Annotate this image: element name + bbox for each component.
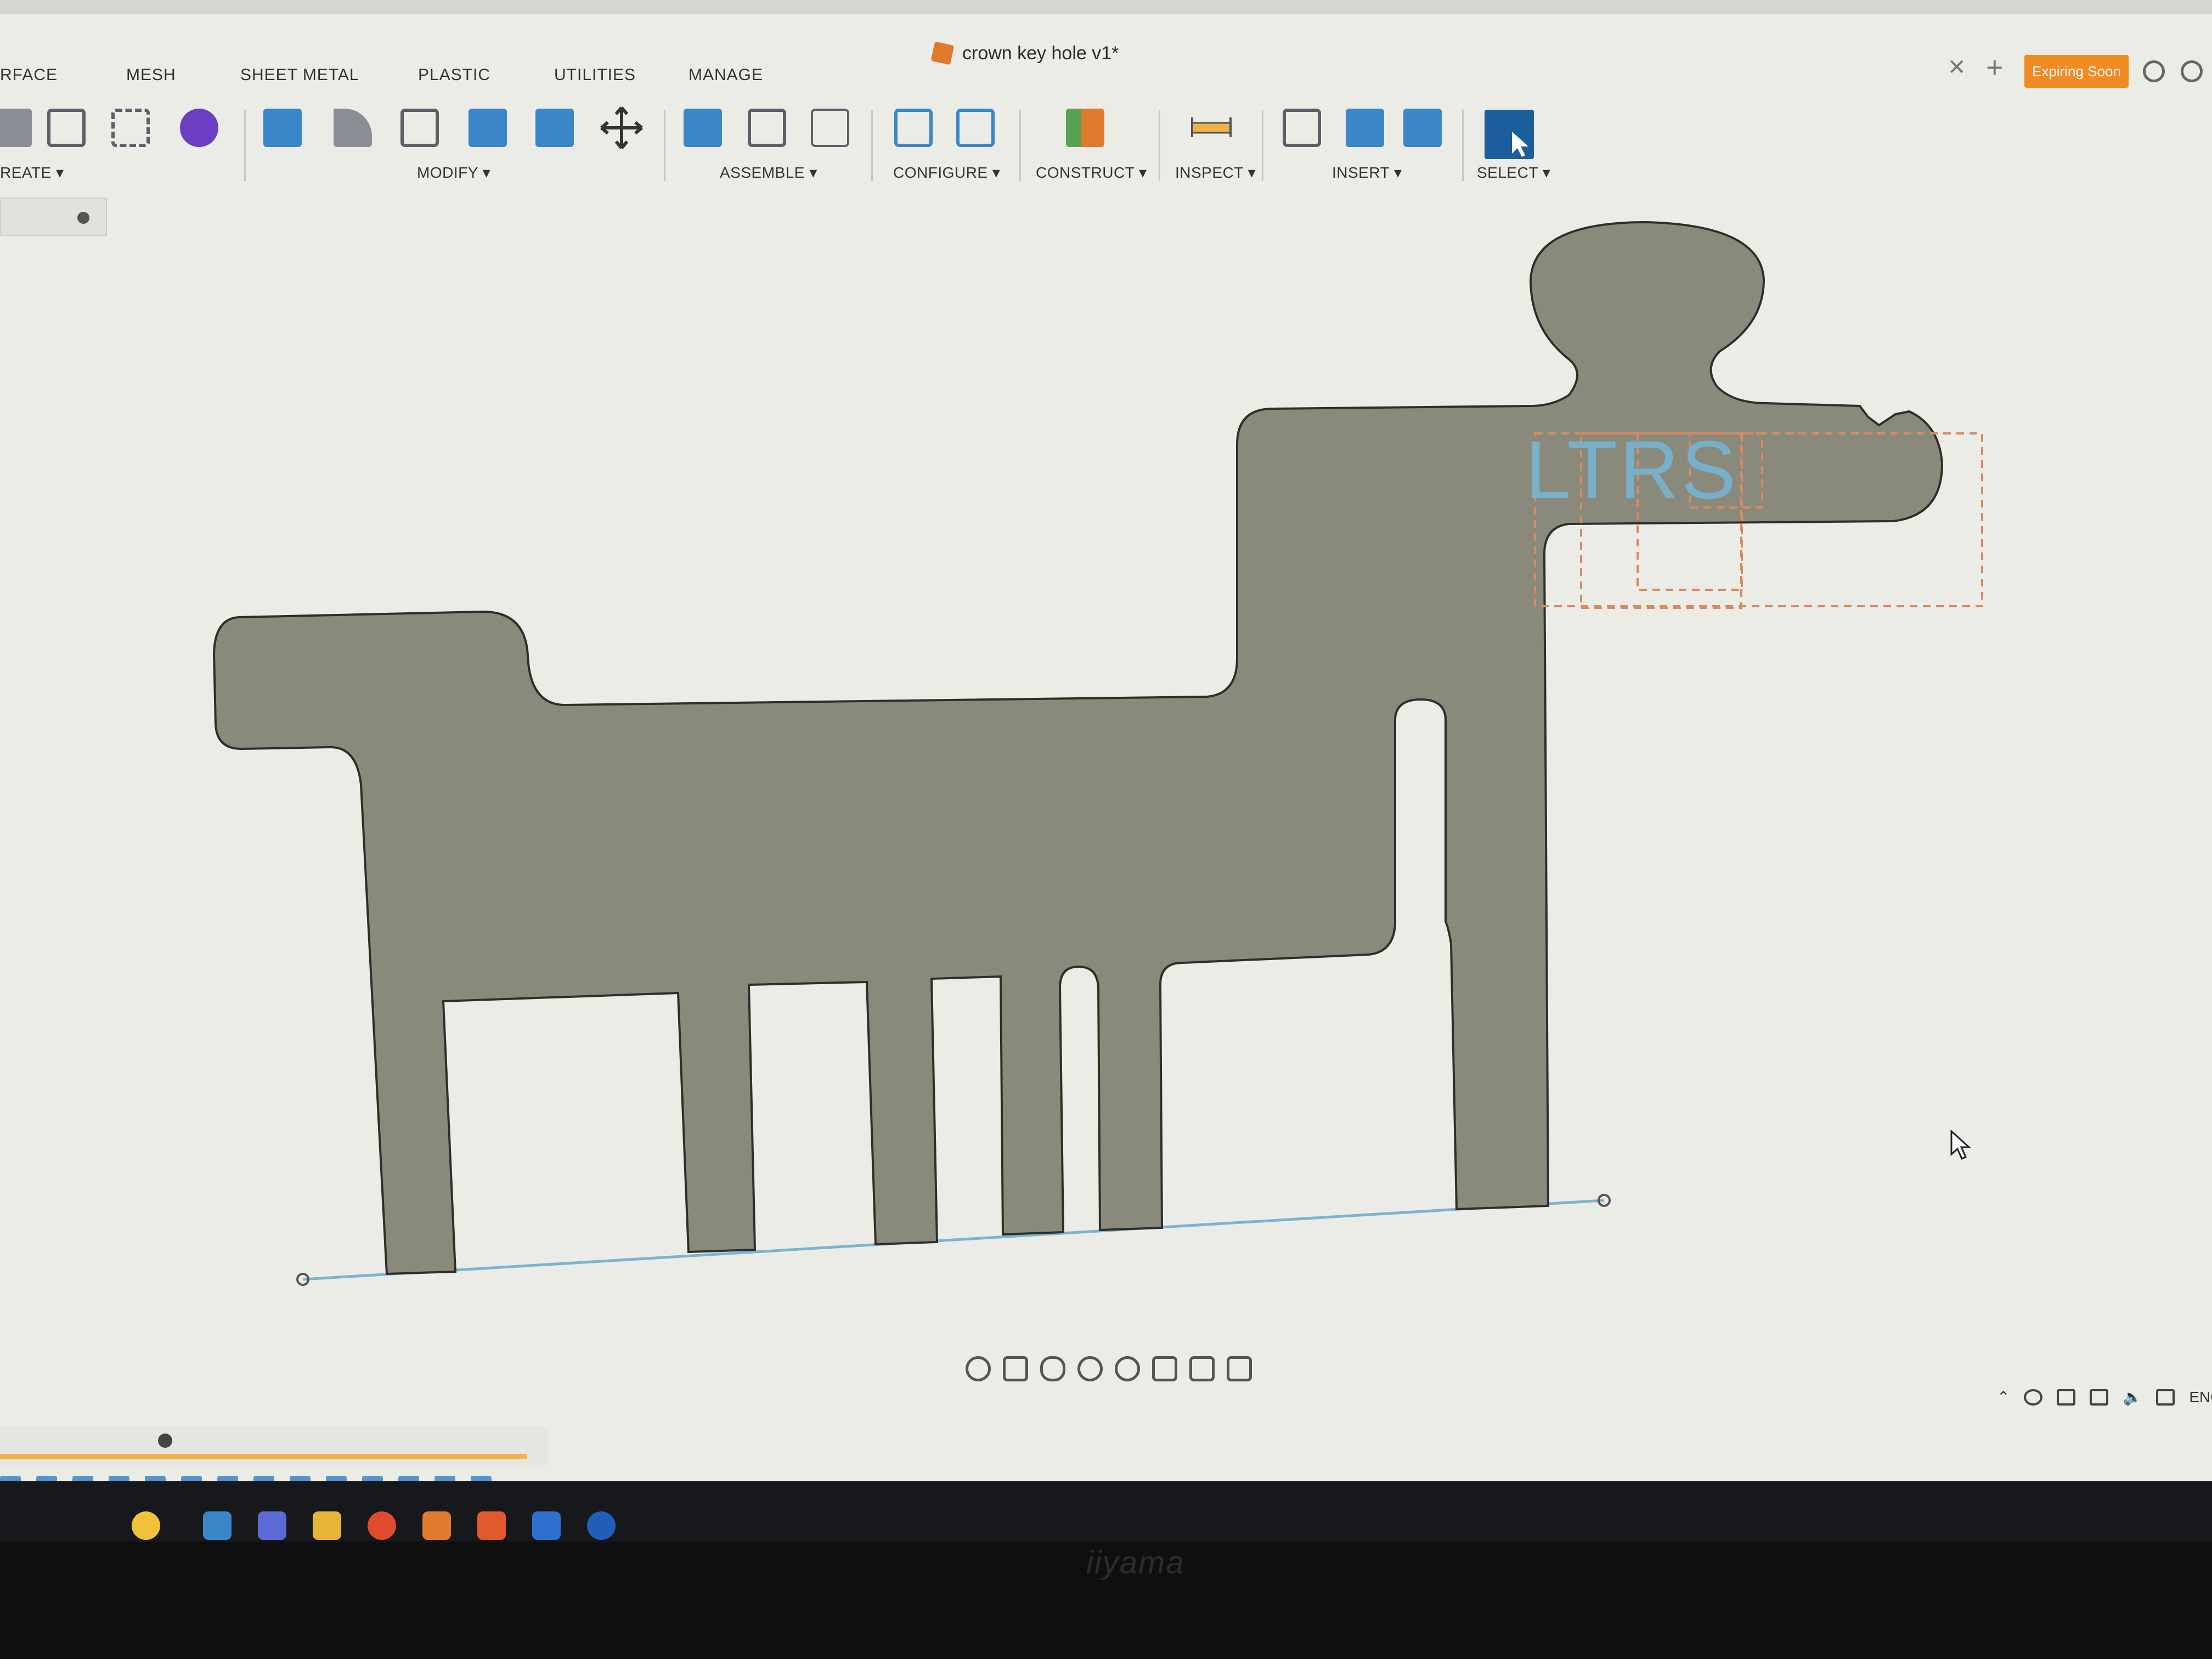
viewports-icon[interactable] bbox=[1227, 1356, 1252, 1381]
grid-icon[interactable] bbox=[1189, 1356, 1215, 1381]
pan-hand-icon[interactable] bbox=[1040, 1356, 1065, 1381]
chevron-up-icon[interactable]: ⌃ bbox=[1997, 1388, 2010, 1406]
copilot-icon[interactable] bbox=[132, 1511, 160, 1540]
navigation-bar bbox=[966, 1350, 1252, 1388]
orbit-icon[interactable] bbox=[966, 1356, 991, 1381]
design-canvas[interactable]: LTRS bbox=[0, 0, 2212, 1536]
chrome-icon[interactable] bbox=[368, 1511, 396, 1540]
fusion-window: crown key hole v1* ✕ + Expiring Soon RFA… bbox=[0, 0, 2212, 1536]
monitor-brand: iiyama bbox=[1086, 1545, 1185, 1581]
look-at-icon[interactable] bbox=[1003, 1356, 1028, 1381]
system-tray: ⌃ 🔈 ENG bbox=[1997, 1388, 2212, 1406]
outlook-icon[interactable] bbox=[587, 1511, 616, 1540]
folder-icon[interactable] bbox=[313, 1511, 341, 1540]
fusion-taskbar-icon[interactable] bbox=[477, 1511, 506, 1540]
language-indicator[interactable]: ENG bbox=[2189, 1389, 2212, 1406]
network-icon[interactable] bbox=[2156, 1389, 2175, 1406]
usb-icon[interactable] bbox=[2057, 1389, 2076, 1406]
app-icon[interactable] bbox=[203, 1511, 232, 1540]
timeline-marker-track[interactable] bbox=[0, 1454, 527, 1459]
sketch-baseline[interactable] bbox=[302, 1199, 1605, 1281]
display-icon[interactable] bbox=[2090, 1389, 2109, 1406]
teams-icon[interactable] bbox=[258, 1511, 286, 1540]
key-body-profile[interactable] bbox=[212, 221, 1944, 1276]
mouse-pointer-icon bbox=[1950, 1130, 1971, 1160]
cloud-icon[interactable] bbox=[2024, 1389, 2043, 1406]
zoom-icon[interactable] bbox=[1077, 1356, 1103, 1381]
app-icon[interactable] bbox=[532, 1511, 561, 1540]
blender-icon[interactable] bbox=[422, 1511, 451, 1540]
sketch-text[interactable]: LTRS bbox=[1525, 424, 1738, 516]
add-icon[interactable] bbox=[158, 1434, 172, 1448]
fit-icon[interactable] bbox=[1115, 1356, 1140, 1381]
display-settings-icon[interactable] bbox=[1152, 1356, 1177, 1381]
volume-icon[interactable]: 🔈 bbox=[2123, 1388, 2142, 1406]
